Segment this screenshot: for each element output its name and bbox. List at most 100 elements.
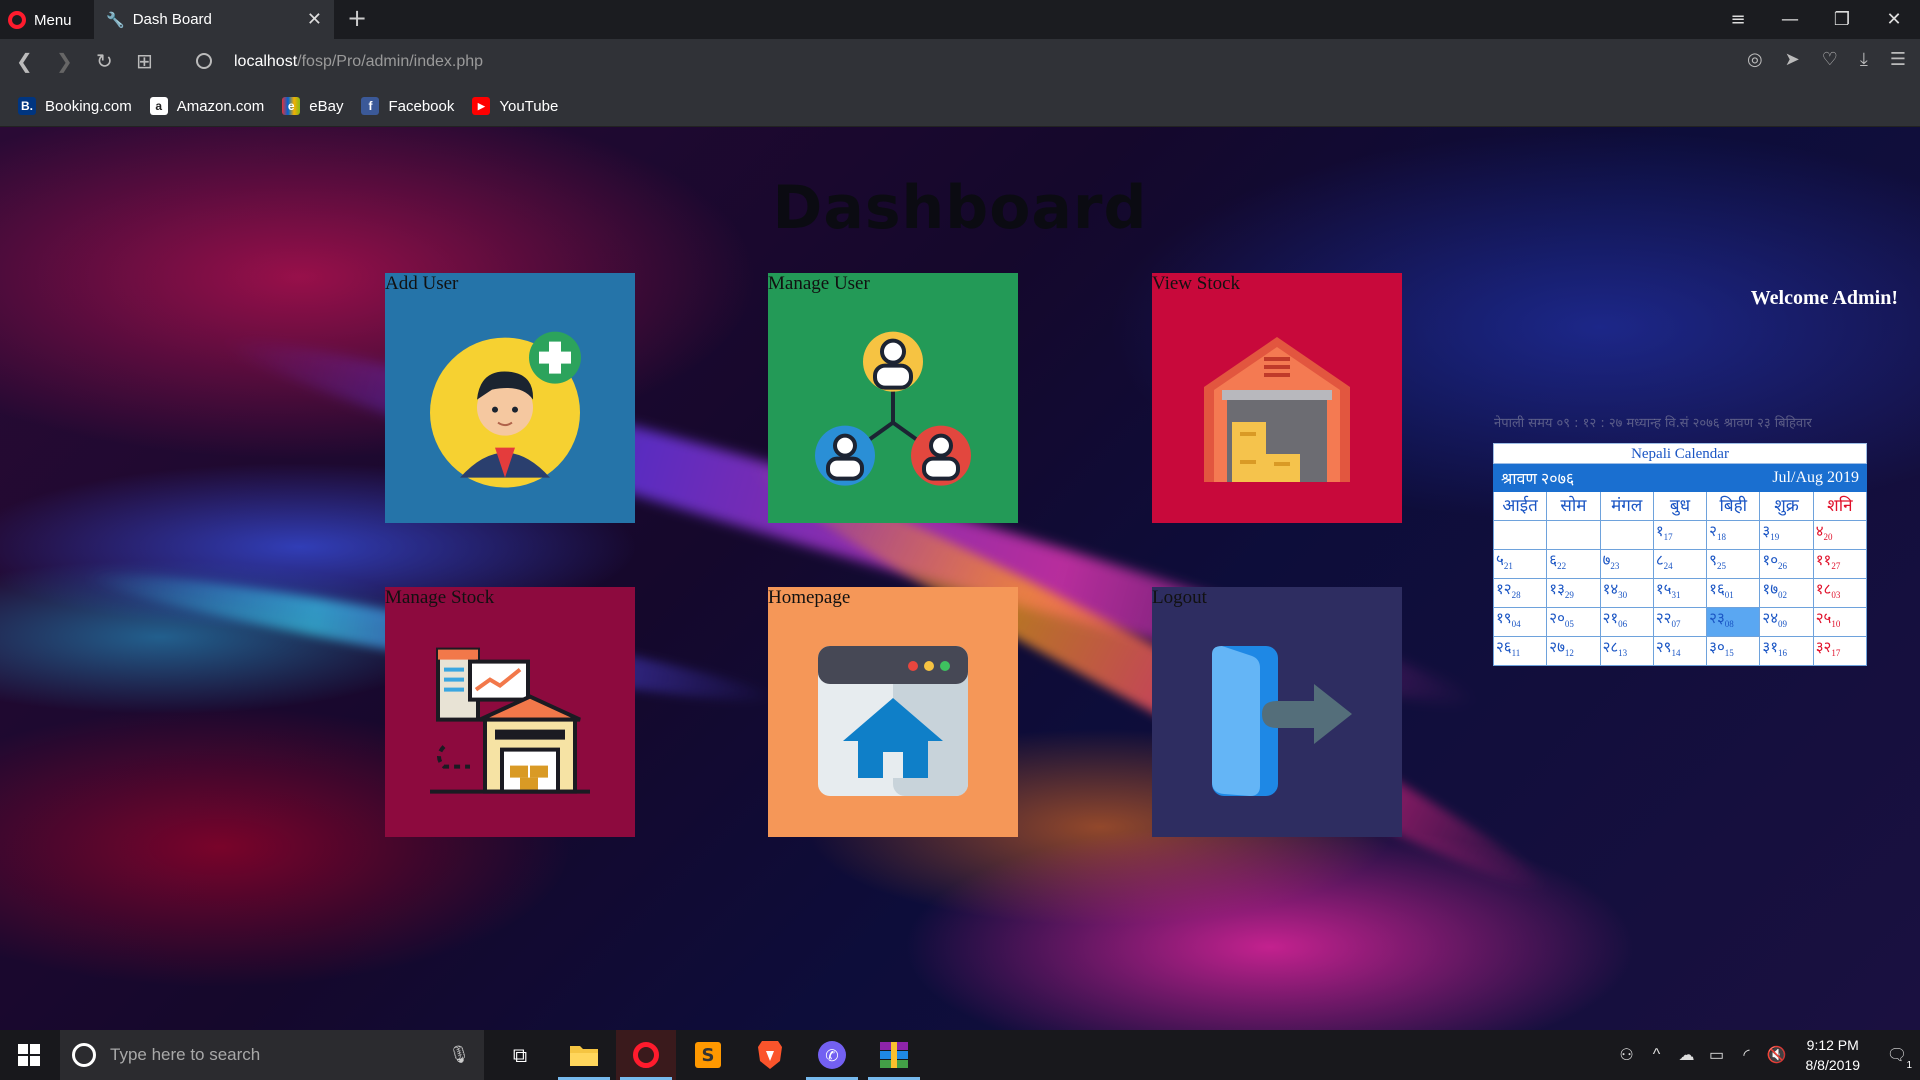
opera-menu-button[interactable]: Menu [8,8,72,32]
calendar-day[interactable]: १३29 [1547,579,1601,608]
calendar-day-number: २१ [1602,611,1619,627]
homepage-card[interactable]: Homepage [768,587,1018,837]
calendar-day[interactable]: १२28 [1494,579,1548,608]
onedrive-icon[interactable]: ☁ [1672,1045,1702,1065]
bookmark-booking[interactable]: B. Booking.com [18,97,132,115]
calendar-day[interactable]: २९14 [1653,637,1708,666]
start-button[interactable] [0,1030,58,1080]
snapshot-icon[interactable]: ◎ [1747,49,1763,70]
add-user-icon [430,331,581,488]
page-title: Dashboard [772,173,1148,243]
manage-stock-card[interactable]: Manage Stock [385,587,635,837]
tab-dash-board[interactable]: 🔧 Dash Board ✕ [94,0,334,39]
bookmark-youtube[interactable]: ▶ YouTube [472,97,558,115]
calendar-day[interactable]: ३19 [1760,521,1814,550]
heart-icon[interactable]: ♡ [1822,49,1838,70]
add-user-card[interactable]: Add User [385,273,635,523]
nepali-time: नेपाली समय ०९ : १२ : २७ मध्यान्ह वि.सं २… [1494,416,1812,431]
calendar-month: श्रावण २०७६ [1501,471,1575,488]
calendar-day[interactable]: २६11 [1494,637,1548,666]
calendar-day[interactable]: १४30 [1600,579,1654,608]
taskbar-search[interactable]: Type here to search 🎙 [60,1030,484,1080]
download-icon[interactable]: ⤓ [1860,49,1868,70]
calendar-day[interactable]: ६22 [1547,550,1601,579]
viber-button[interactable]: ✆ [802,1030,862,1080]
calendar-day[interactable]: ३१16 [1760,637,1814,666]
calendar-day[interactable]: २०05 [1547,608,1601,637]
calendar-day[interactable]: ७23 [1600,550,1654,579]
bookmark-ebay[interactable]: e eBay [282,97,343,115]
tab-menu-icon[interactable]: ≡ [1712,0,1764,39]
calendar-day[interactable]: २४09 [1760,608,1814,637]
calendar-day-number: १२ [1496,582,1512,598]
tab-close-icon[interactable]: ✕ [307,9,322,30]
new-tab-button[interactable]: + [347,4,367,32]
minimize-button[interactable]: — [1764,0,1816,39]
calendar-day[interactable]: ३२17 [1813,637,1867,666]
restore-button[interactable]: ❐ [1816,0,1868,39]
calendar-day[interactable]: २३08 [1707,608,1761,637]
bookmark-facebook[interactable]: f Facebook [361,97,454,115]
calendar-day[interactable]: २७12 [1547,637,1601,666]
brave-lion-icon [758,1041,782,1069]
people-icon[interactable]: ⚇ [1612,1045,1642,1065]
manage-user-card[interactable]: Manage User [768,273,1018,523]
calendar-day[interactable]: १८03 [1813,579,1867,608]
calendar-day[interactable]: १७02 [1760,579,1814,608]
view-stock-card[interactable]: View Stock [1152,273,1402,523]
calendar-day[interactable]: २२07 [1653,608,1708,637]
bookmark-label: Amazon.com [176,97,265,115]
wifi-icon[interactable]: ◜ [1732,1045,1762,1065]
nepali-calendar: Nepali Calendar श्रावण २०७६ Jul/Aug 2019… [1493,443,1867,666]
calendar-day[interactable]: ८24 [1653,550,1708,579]
clock[interactable]: 9:12 PM 8/8/2019 [1792,1035,1875,1075]
volume-muted-icon[interactable]: 🔇 [1762,1045,1792,1065]
calendar-day[interactable]: १17 [1653,521,1708,550]
calendar-day[interactable]: ९25 [1707,550,1761,579]
calendar-title[interactable]: Nepali Calendar [1493,443,1867,464]
calendar-gregorian-day: 31 [1671,590,1681,600]
back-icon[interactable]: ❮ [16,49,33,73]
chevron-up-icon[interactable]: ^ [1642,1046,1672,1064]
url-field[interactable]: localhost/fosp/Pro/admin/index.php [234,53,483,71]
calendar-day[interactable]: ३०15 [1707,637,1761,666]
reload-icon[interactable]: ↻ [96,49,113,73]
calendar-day[interactable]: ५21 [1494,550,1548,579]
bookmark-amazon[interactable]: a Amazon.com [149,97,265,115]
microphone-icon[interactable]: 🎙 [448,1045,470,1065]
task-view-button[interactable]: ⧉ [490,1030,550,1080]
calendar-day[interactable]: २18 [1707,521,1761,550]
site-info-icon[interactable] [196,53,212,69]
close-window-button[interactable]: ✕ [1868,0,1920,39]
calendar-day[interactable]: ४20 [1813,521,1867,550]
logout-card[interactable]: Logout [1152,587,1402,837]
battery-icon[interactable]: ▭ [1702,1045,1732,1065]
sublime-icon: S [695,1042,721,1068]
calendar-header: श्रावण २०७६ Jul/Aug 2019 [1493,464,1867,492]
calendar-day[interactable]: २१06 [1600,608,1654,637]
file-explorer-button[interactable] [554,1030,614,1080]
opera-taskbar-button[interactable] [616,1030,676,1080]
calendar-gregorian-day: 15 [1724,648,1734,658]
calendar-day-number: ५ [1496,553,1504,569]
calendar-day[interactable]: २८13 [1600,637,1654,666]
winrar-button[interactable] [864,1030,924,1080]
sublime-text-button[interactable]: S [678,1030,738,1080]
speed-dial-icon[interactable]: ⊞ [136,49,153,73]
calendar-day[interactable]: १६01 [1707,579,1761,608]
forward-icon[interactable]: ❯ [56,49,73,73]
action-center-icon[interactable]: 🗨 1 [1874,1045,1920,1071]
easy-setup-icon[interactable]: ☰ [1890,49,1906,70]
calendar-gregorian-day: 24 [1663,561,1673,571]
url-host: localhost [234,53,298,70]
opera-logo-icon [8,11,26,29]
calendar-grid: आईत सोम मंगल बुध बिही शुक्र शनि १17 २18 ३19 ४20 ५21… [1493,492,1867,666]
send-icon[interactable]: ➤ [1785,49,1800,70]
calendar-day[interactable]: ११27 [1813,550,1867,579]
brave-button[interactable] [740,1030,800,1080]
calendar-day[interactable]: १९04 [1494,608,1548,637]
calendar-day[interactable]: १५31 [1653,579,1708,608]
calendar-weekday: शुक्र [1760,492,1814,521]
calendar-day[interactable]: २५10 [1813,608,1867,637]
calendar-day[interactable]: १०26 [1760,550,1814,579]
